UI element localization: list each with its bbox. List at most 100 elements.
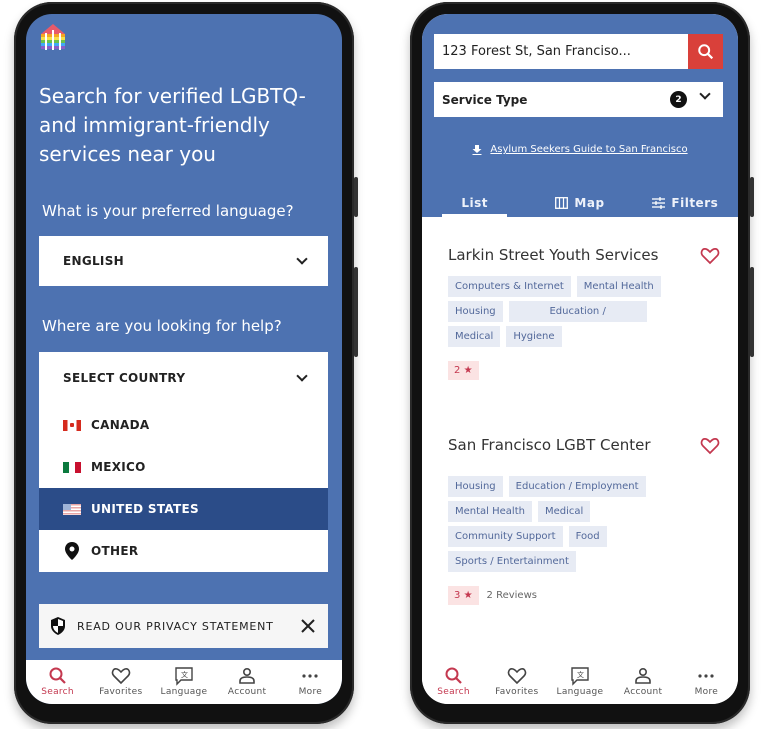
- service-tag[interactable]: Housing: [448, 301, 503, 322]
- location-question: Where are you looking for help?: [42, 317, 282, 335]
- country-option-united-states[interactable]: UNITED STATES: [39, 488, 328, 530]
- rating-value: 2: [454, 365, 461, 376]
- close-icon[interactable]: [298, 616, 318, 636]
- country-option-canada[interactable]: CANADA: [39, 404, 328, 446]
- rating-badge: 2 ★: [448, 361, 479, 380]
- power-button: [354, 267, 358, 357]
- svg-text:文: 文: [577, 670, 584, 679]
- favorite-heart-icon[interactable]: [700, 246, 720, 266]
- service-tag[interactable]: Medical: [448, 326, 501, 347]
- tab-list[interactable]: List: [422, 189, 527, 217]
- nav-account[interactable]: Account: [217, 666, 277, 697]
- tab-filters[interactable]: Filters: [633, 189, 738, 217]
- nav-label: More: [298, 687, 323, 697]
- country-option-mexico[interactable]: MEXICO: [39, 446, 328, 488]
- favorite-heart-icon[interactable]: [700, 436, 720, 456]
- nav-more[interactable]: More: [676, 666, 736, 697]
- chevron-down-icon: [296, 252, 308, 265]
- service-tag[interactable]: Education / Employment: [508, 476, 646, 497]
- search-icon: [445, 667, 462, 684]
- result-title: Larkin Street Youth Services: [448, 246, 659, 264]
- service-tag[interactable]: Medical: [537, 501, 591, 522]
- nav-label: Favorites: [495, 687, 539, 697]
- address-search-input[interactable]: [434, 34, 688, 69]
- nav-search[interactable]: Search: [28, 666, 88, 697]
- service-tag[interactable]: Sports / Entertainment: [448, 551, 576, 572]
- privacy-banner-text: READ OUR PRIVACY STATEMENT: [77, 619, 274, 633]
- country-select[interactable]: SELECT COUNTRY: [39, 352, 328, 404]
- nav-language[interactable]: 文 Language: [550, 666, 610, 697]
- rating-badge: 3 ★: [448, 586, 479, 605]
- search-button[interactable]: [688, 34, 723, 69]
- flag-mexico-icon: [63, 461, 81, 473]
- phone-right: Service Type 2 Asylum Seekers Guide to S…: [410, 2, 754, 724]
- heart-icon: [507, 668, 527, 685]
- service-type-count-badge: 2: [670, 91, 687, 108]
- service-tag[interactable]: Mental Health: [576, 276, 661, 297]
- nav-language[interactable]: 文 Language: [154, 666, 214, 697]
- nav-label: Language: [160, 687, 208, 697]
- tab-label: Filters: [671, 196, 719, 210]
- reviews-count[interactable]: 2 Reviews: [487, 590, 537, 601]
- nav-label: More: [694, 687, 719, 697]
- rating-value: 3: [454, 590, 461, 601]
- nav-label: Favorites: [99, 687, 143, 697]
- nav-more[interactable]: More: [280, 666, 340, 697]
- flag-united-states-icon: [63, 503, 81, 515]
- result-card[interactable]: Larkin Street Youth Services Computers &…: [448, 246, 720, 380]
- bottom-nav: Search Favorites 文 Language Account More: [26, 660, 342, 704]
- chevron-down-icon: [296, 369, 308, 382]
- flag-canada-icon: [63, 419, 81, 431]
- tab-map[interactable]: Map: [527, 189, 632, 217]
- account-icon: [239, 667, 255, 684]
- country-label: MEXICO: [91, 460, 146, 474]
- search-icon: [697, 43, 713, 59]
- nav-label: Account: [623, 687, 663, 697]
- bottom-nav: Search Favorites 文 Language Account More: [422, 660, 738, 704]
- tab-label: Map: [574, 196, 605, 210]
- account-icon: [635, 667, 651, 684]
- svg-text:文: 文: [181, 670, 188, 679]
- nav-label: Search: [437, 687, 470, 697]
- results-screen: Service Type 2 Asylum Seekers Guide to S…: [422, 14, 738, 704]
- power-button: [750, 267, 754, 357]
- country-label: OTHER: [91, 544, 139, 558]
- more-icon: [302, 674, 318, 678]
- service-type-select[interactable]: Service Type 2: [434, 82, 723, 117]
- country-option-other[interactable]: OTHER: [39, 530, 328, 572]
- address-search-bar: [434, 34, 723, 69]
- service-tag[interactable]: Community Support: [448, 526, 563, 547]
- result-card[interactable]: San Francisco LGBT Center Housing Educat…: [448, 436, 720, 605]
- service-tag[interactable]: Education /: [508, 301, 647, 322]
- nav-search[interactable]: Search: [424, 666, 484, 697]
- nav-favorites[interactable]: Favorites: [487, 666, 547, 697]
- volume-button: [750, 177, 754, 217]
- star-icon: ★: [463, 365, 473, 376]
- chevron-down-icon: [699, 88, 711, 100]
- language-select[interactable]: ENGLISH: [39, 236, 328, 286]
- shield-icon: [51, 617, 65, 635]
- privacy-banner[interactable]: READ OUR PRIVACY STATEMENT: [39, 604, 328, 648]
- language-question: What is your preferred language?: [42, 202, 294, 220]
- asylum-guide-link[interactable]: Asylum Seekers Guide to San Francisco: [422, 144, 738, 155]
- more-icon: [698, 674, 714, 678]
- country-label: CANADA: [91, 418, 150, 432]
- map-icon: [555, 197, 569, 209]
- service-type-label: Service Type: [442, 92, 528, 107]
- nav-label: Search: [41, 687, 74, 697]
- rating-row: 2 ★: [448, 361, 718, 380]
- service-tag[interactable]: Housing: [448, 476, 503, 497]
- heart-icon: [111, 668, 131, 685]
- view-tabs: List Map Filters: [422, 189, 738, 217]
- language-select-value: ENGLISH: [63, 254, 124, 268]
- app-logo-icon: [41, 24, 65, 50]
- service-tag[interactable]: Mental Health: [448, 501, 532, 522]
- nav-account[interactable]: Account: [613, 666, 673, 697]
- service-tag[interactable]: Hygiene: [506, 326, 562, 347]
- nav-favorites[interactable]: Favorites: [91, 666, 151, 697]
- home-screen: Search for verified LGBTQ- and immigrant…: [26, 14, 342, 704]
- service-tag[interactable]: Computers & Internet: [448, 276, 571, 297]
- nav-label: Account: [227, 687, 267, 697]
- service-tag[interactable]: Food: [568, 526, 607, 547]
- result-title: San Francisco LGBT Center: [448, 436, 651, 454]
